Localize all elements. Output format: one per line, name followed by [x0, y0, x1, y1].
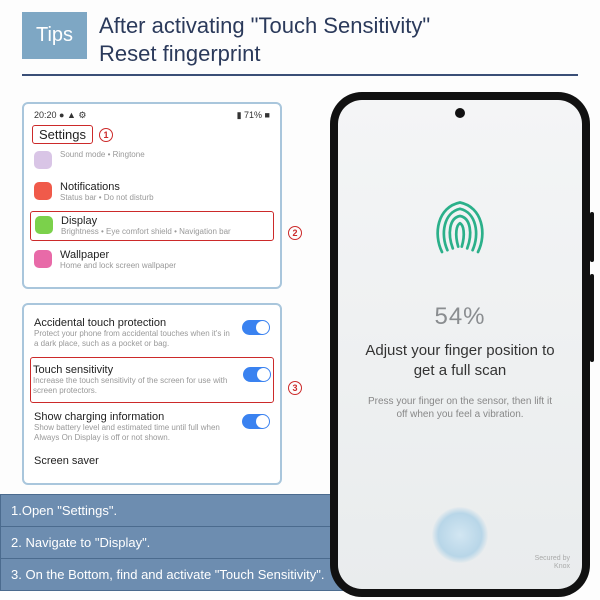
toggle-switch[interactable] — [243, 367, 271, 382]
settings-item-sound[interactable]: Sound mode • Ringtone — [32, 144, 272, 175]
item-sub: Protect your phone from accidental touch… — [34, 329, 234, 349]
phone-mockup: 54% Adjust your finger position to get a… — [330, 92, 590, 597]
status-bar: 20:20 ● ▲ ⚙ ▮ 71% ■ — [32, 110, 272, 125]
step-2: 2. Navigate to "Display". — [0, 526, 360, 559]
settings-item-wallpaper[interactable]: Wallpaper Home and lock screen wallpaper — [32, 243, 272, 277]
step-3: 3. On the Bottom, find and activate "Tou… — [0, 558, 360, 591]
step-list: 1.Open "Settings". 2. Navigate to "Displ… — [0, 494, 360, 590]
item-sub: Increase the touch sensitivity of the sc… — [33, 376, 235, 396]
display-settings-panel: Accidental touch protection Protect your… — [22, 303, 282, 485]
item-title: Touch sensitivity — [33, 364, 235, 376]
item-sub: Home and lock screen wallpaper — [60, 261, 176, 271]
callout-1: 1 — [99, 128, 113, 142]
setting-touch-sensitivity[interactable]: Touch sensitivity Increase the touch sen… — [30, 357, 274, 403]
tips-text: After activating "Touch Sensitivity" Res… — [87, 12, 430, 68]
item-title: Screen saver — [34, 455, 270, 467]
sound-icon — [34, 151, 52, 169]
item-title: Display — [61, 215, 231, 227]
fingerprint-icon — [415, 180, 505, 270]
knox-badge: Secured by Knox — [535, 555, 570, 571]
item-sub: Status bar • Do not disturb — [60, 193, 154, 203]
callout-3: 3 — [288, 381, 302, 395]
scan-percent: 54% — [338, 303, 582, 331]
item-title: Show charging information — [34, 411, 234, 423]
phone-screen: 54% Adjust your finger position to get a… — [338, 100, 582, 589]
status-right: ▮ 71% ■ — [237, 110, 270, 121]
status-left: 20:20 ● ▲ ⚙ — [34, 110, 86, 121]
notifications-icon — [34, 182, 52, 200]
item-title: Accidental touch protection — [34, 317, 234, 329]
knox-line2: Knox — [535, 563, 570, 571]
display-icon — [35, 216, 53, 234]
divider — [22, 74, 578, 76]
settings-item-notifications[interactable]: Notifications Status bar • Do not distur… — [32, 175, 272, 209]
settings-heading: Settings — [32, 125, 93, 144]
settings-item-display[interactable]: Display Brightness • Eye comfort shield … — [30, 211, 274, 241]
fingerprint-setup: 54% Adjust your finger position to get a… — [338, 100, 582, 421]
phone-volume-button — [590, 274, 594, 362]
setting-charging-info[interactable]: Show charging information Show battery l… — [32, 405, 272, 449]
setting-accidental-touch[interactable]: Accidental touch protection Protect your… — [32, 311, 272, 355]
toggle-switch[interactable] — [242, 414, 270, 429]
step-1: 1.Open "Settings". — [0, 494, 360, 527]
scan-instruction: Adjust your finger position to get a ful… — [356, 341, 564, 381]
settings-screenshot-panel: 20:20 ● ▲ ⚙ ▮ 71% ■ Settings 1 Sound mod… — [22, 102, 282, 289]
tips-line-1: After activating "Touch Sensitivity" — [99, 12, 430, 40]
item-title: Wallpaper — [60, 249, 176, 261]
tips-badge: Tips — [22, 12, 87, 59]
item-sub: Brightness • Eye comfort shield • Naviga… — [61, 227, 231, 237]
setting-screen-saver[interactable]: Screen saver — [32, 449, 272, 473]
item-sub: Show battery level and estimated time un… — [34, 423, 234, 443]
scan-hint: Press your finger on the sensor, then li… — [364, 395, 556, 421]
knox-line1: Secured by — [535, 555, 570, 563]
phone-side-button — [590, 212, 594, 262]
tips-header: Tips After activating "Touch Sensitivity… — [0, 0, 600, 68]
tips-line-2: Reset fingerprint — [99, 40, 430, 68]
wallpaper-icon — [34, 250, 52, 268]
item-title: Notifications — [60, 181, 154, 193]
item-sub: Sound mode • Ringtone — [60, 150, 145, 160]
toggle-switch[interactable] — [242, 320, 270, 335]
fingerprint-sensor-icon[interactable] — [432, 507, 488, 563]
phone-camera-notch — [455, 108, 465, 118]
callout-2: 2 — [288, 226, 302, 240]
